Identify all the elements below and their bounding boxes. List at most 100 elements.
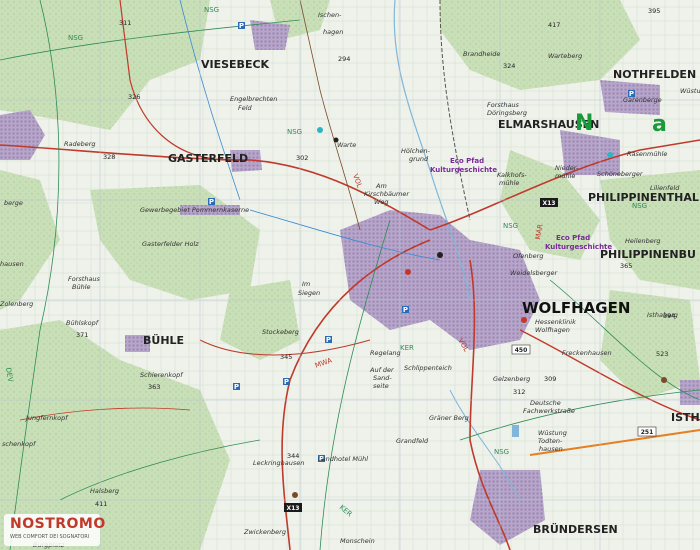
map-label: Deutsche: [530, 399, 561, 407]
map-label: 417: [548, 21, 560, 29]
map-label: Kulturgeschichte: [430, 166, 497, 174]
map-label: Forsthaus: [487, 101, 520, 109]
map-label: Wüstu: [680, 87, 700, 95]
map-label: Wolfhagen: [535, 326, 570, 334]
map-label: Ischen-: [318, 11, 342, 19]
map-label: Feld: [238, 104, 253, 112]
map-label: Bühle: [72, 283, 91, 291]
place-label: PHILIPPINENBU: [600, 248, 696, 261]
map-label: Hessenklinik: [535, 318, 576, 326]
map-label: NSG: [494, 448, 509, 456]
map-label: Engelbrechten: [230, 95, 277, 103]
map-label: Radeberg: [64, 140, 96, 148]
road-number: 450: [515, 347, 528, 354]
bus-icon: [405, 269, 411, 275]
place-label: GASTERFELD: [168, 152, 248, 165]
info-icon: [607, 152, 613, 158]
map-label: 371: [76, 331, 88, 339]
map-label: hagen: [323, 28, 343, 36]
topographic-map[interactable]: P P P P P P P P X13 X13 450 251 WOLFHAGE…: [0, 0, 700, 550]
map-label: 324: [503, 62, 515, 70]
map-label: Bühlskopf: [66, 319, 100, 327]
map-label: Weidelsberger: [510, 269, 558, 277]
map-label: Schierenkopf: [140, 371, 184, 379]
map-label: a: [652, 112, 667, 137]
map-label: 394: [663, 312, 675, 320]
map-label: Kirschbäumer: [364, 190, 410, 198]
map-label: Eco Pfad: [450, 157, 484, 165]
map-label: berge: [4, 199, 23, 207]
map-label: Eco Pfad: [556, 234, 590, 242]
map-label: NSG: [68, 34, 83, 42]
map-label: 328: [103, 153, 115, 161]
map-label: 395: [648, 7, 660, 15]
map-label: Forsthaus: [68, 275, 101, 283]
map-label: Gelzenberg: [493, 375, 530, 383]
map-label: 294: [338, 55, 350, 63]
map-label: Gasterfelder Holz: [142, 240, 199, 248]
map-label: Grandfeld: [396, 437, 429, 445]
map-label: 411: [95, 500, 107, 508]
svg-text:P: P: [284, 378, 289, 386]
map-label: Landhotel Mühl: [318, 455, 368, 463]
svg-text:P: P: [209, 198, 214, 206]
map-label: Schlippenteich: [404, 364, 452, 372]
map-label: Brandheide: [463, 50, 500, 58]
map-label: NSG: [287, 128, 302, 136]
nostromo-logo: NOSTROMO WEB COMFORT DEI SOGNATORI: [4, 514, 105, 546]
road-number: 251: [641, 429, 654, 436]
map-label: mühle: [499, 179, 519, 187]
map-label: Todten-: [538, 437, 563, 445]
map-label: 326: [128, 93, 140, 101]
place-label: VIESEBECK: [201, 58, 270, 71]
map-label: Halsberg: [90, 487, 119, 495]
map-label: 523: [656, 350, 668, 358]
map-label: NSG: [632, 202, 647, 210]
road-number: X13: [287, 505, 300, 512]
map-label: Warte: [337, 141, 356, 149]
map-label: Wüstung: [538, 429, 567, 437]
place-label-wolfhagen: WOLFHAGEN: [522, 299, 630, 317]
map-label: Am: [375, 182, 387, 190]
map-label: Jungfernkopf: [24, 414, 69, 422]
map-label: Gewerbegebiet Pommernkaserne: [140, 206, 249, 214]
place-label: NOTHFELDEN: [613, 68, 696, 81]
road-number: X13: [543, 200, 556, 207]
map-label: Regelang: [370, 349, 401, 357]
map-label: Zolenberg: [0, 300, 33, 308]
map-label: N: [575, 111, 593, 136]
map-label: Auf der: [369, 366, 395, 374]
map-label: Siegen: [298, 289, 320, 297]
church-icon: [437, 252, 443, 258]
map-label: Heilenberg: [625, 237, 661, 245]
map-label: 312: [513, 388, 525, 396]
logo-title: NOSTROMO: [10, 516, 106, 532]
map-label: 302: [296, 154, 308, 162]
map-label: Hölchen-: [401, 147, 430, 155]
map-label: 345: [280, 353, 292, 361]
map-label: Zwickenberg: [243, 528, 286, 536]
svg-text:P: P: [239, 22, 244, 30]
map-label: Ofenberg: [513, 252, 543, 260]
map-label: 365: [620, 262, 632, 270]
map-label: Fachwerkstraße: [523, 407, 575, 415]
map-label: 311: [119, 19, 131, 27]
map-label: Warteberg: [548, 52, 582, 60]
map-label: Stockeberg: [262, 328, 299, 336]
map-label: hausen: [0, 260, 24, 268]
map-label: Weg: [374, 198, 389, 206]
place-label: BÜHLE: [143, 333, 184, 347]
map-label: Sand-: [373, 374, 392, 382]
map-label: Garenberge: [623, 96, 662, 104]
svg-text:P: P: [234, 383, 239, 391]
map-label: NSG: [204, 6, 219, 14]
map-label: 309: [544, 375, 556, 383]
map-label: NSG: [503, 222, 518, 230]
map-label: Döringsberg: [487, 109, 527, 117]
logo-subtitle: WEB COMFORT DEI SOGNATORI: [10, 534, 90, 540]
map-label: Rasenmühle: [627, 150, 667, 158]
place-label: ISTHA: [671, 411, 700, 424]
map-label: KER: [400, 344, 414, 352]
map-label: Nieder-: [555, 164, 579, 172]
map-label: Leckringhausen: [253, 459, 304, 467]
